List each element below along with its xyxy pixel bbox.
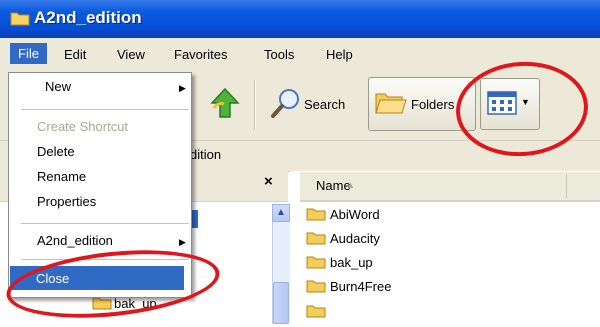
list-item[interactable]: Burn4Free — [306, 276, 391, 296]
menu-tools[interactable]: Tools — [258, 45, 300, 64]
window-title: A2nd_edition — [34, 8, 142, 27]
menu-file[interactable]: File — [10, 43, 47, 64]
menu-view[interactable]: View — [111, 45, 151, 64]
search-label: Search — [304, 97, 346, 112]
up-arrow-icon — [210, 87, 240, 118]
folder-icon — [306, 279, 326, 293]
column-divider[interactable] — [566, 174, 567, 198]
sort-arrow-icon: ▲ — [346, 180, 355, 190]
list-item[interactable]: bak_up — [306, 252, 373, 272]
menu-item-delete[interactable]: Delete — [37, 144, 75, 159]
menu-item-new[interactable]: New — [45, 79, 71, 94]
menu-favorites[interactable]: Favorites — [168, 45, 233, 64]
menu-separator — [21, 109, 189, 110]
close-pane-icon[interactable]: × — [264, 173, 273, 190]
scroll-thumb[interactable] — [273, 282, 289, 324]
folders-icon — [374, 86, 408, 119]
search-button[interactable] — [270, 86, 302, 122]
menu-item-create-shortcut: Create Shortcut — [37, 119, 129, 134]
menu-help[interactable]: Help — [320, 45, 359, 64]
scroll-up-icon[interactable]: ▲ — [272, 204, 290, 222]
menu-item-recent-folder[interactable]: A2nd_edition — [37, 233, 113, 248]
folder-icon — [306, 304, 326, 321]
submenu-arrow-icon: ▶ — [179, 83, 186, 93]
toolbar-separator — [254, 80, 256, 130]
submenu-arrow-icon: ▶ — [179, 237, 186, 247]
folder-icon — [306, 231, 326, 245]
menu-separator — [21, 223, 189, 224]
list-item-label: AbiWord — [330, 206, 380, 222]
list-item[interactable]: Audacity — [306, 228, 380, 248]
up-folder-button[interactable] — [208, 86, 242, 120]
folder-icon — [306, 207, 326, 221]
menu-item-properties[interactable]: Properties — [37, 194, 96, 209]
search-icon — [271, 89, 299, 118]
address-text[interactable]: dition — [190, 147, 221, 162]
list-item-label: Audacity — [330, 230, 380, 246]
menu-item-rename[interactable]: Rename — [37, 169, 86, 184]
folder-icon — [10, 10, 30, 26]
list-item-label: bak_up — [330, 254, 373, 270]
menu-edit[interactable]: Edit — [58, 45, 92, 64]
list-item-label: Burn4Free — [330, 278, 392, 294]
folder-icon — [306, 255, 326, 269]
folders-label: Folders — [411, 97, 455, 112]
list-item[interactable]: AbiWord — [306, 204, 380, 224]
